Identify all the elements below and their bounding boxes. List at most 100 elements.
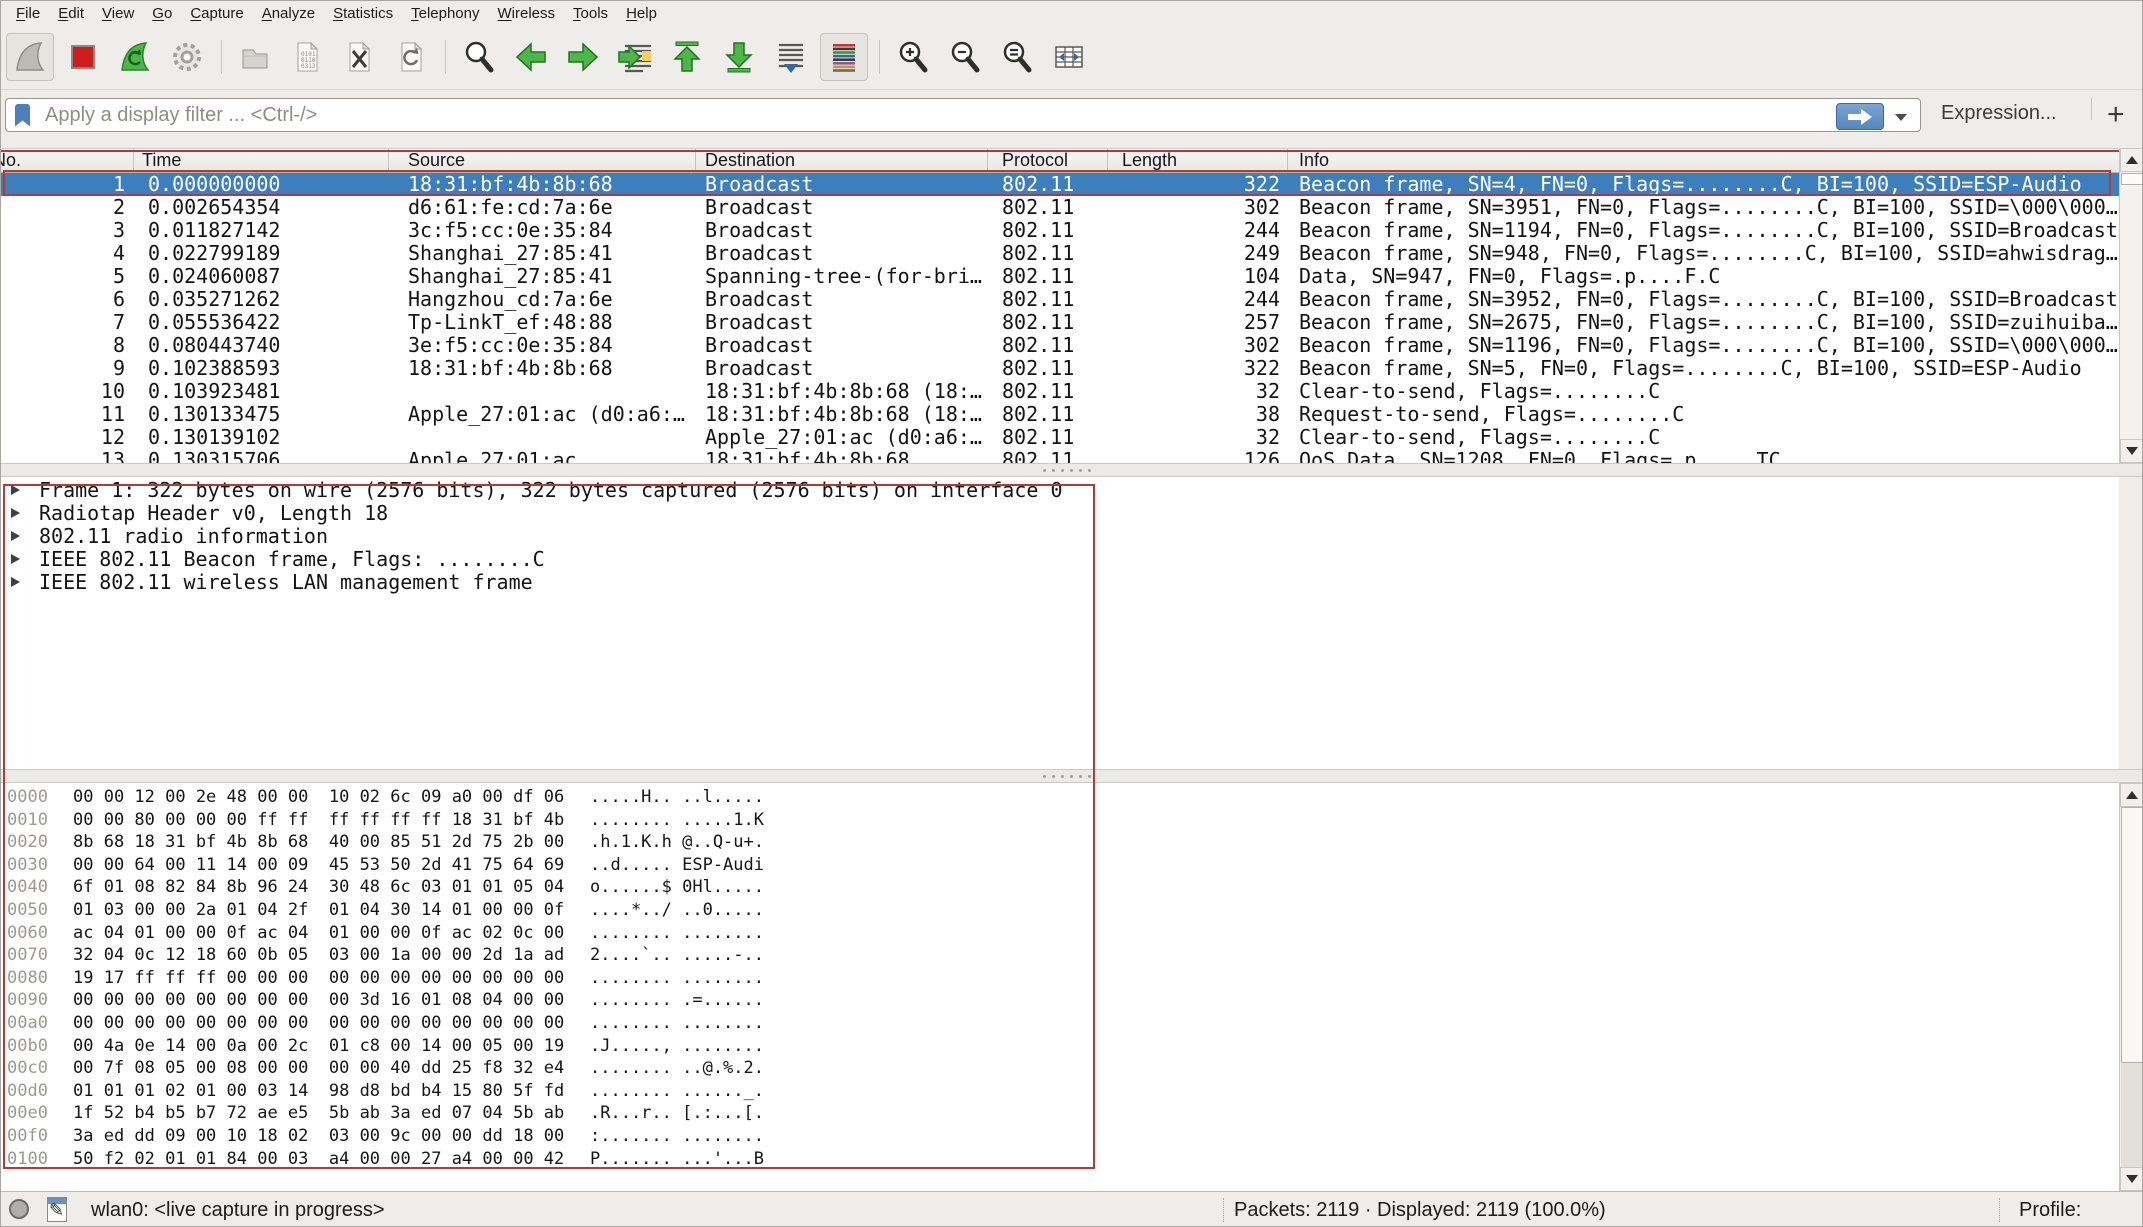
menu-help[interactable]: Help	[617, 3, 666, 24]
column-header-length[interactable]: Length	[1108, 149, 1288, 172]
menu-view[interactable]: View	[93, 3, 143, 24]
capture-options-icon[interactable]	[164, 34, 210, 80]
column-header-no[interactable]: No.	[1, 149, 134, 172]
go-forward-icon[interactable]	[560, 34, 606, 80]
expand-arrow-icon[interactable]	[11, 554, 20, 564]
filter-bookmark-icon[interactable]	[15, 104, 30, 127]
packet-row-3[interactable]: 30.0118271423c:f5:cc:0e:35:84Broadcast80…	[1, 219, 2119, 242]
expand-arrow-icon[interactable]	[11, 531, 20, 541]
restart-capture-icon[interactable]	[112, 34, 158, 80]
hex-row-0000[interactable]: 000000 00 12 00 2e 48 00 00 10 02 6c 09 …	[1, 786, 2119, 809]
zoom-in-icon[interactable]	[890, 34, 936, 80]
packet-row-5[interactable]: 50.024060087Shanghai_27:85:41Spanning-tr…	[1, 265, 2119, 288]
packet-row-9[interactable]: 90.10238859318:31:bf:4b:8b:68Broadcast80…	[1, 357, 2119, 380]
scroll-up-icon[interactable]	[2120, 148, 2143, 172]
capture-comment-icon[interactable]	[47, 1197, 67, 1222]
cell-info: Beacon frame, SN=3952, FN=0, Flags=.....…	[1288, 288, 2119, 311]
hex-row-00d0[interactable]: 00d001 01 01 02 01 00 03 14 98 d8 bd b4 …	[1, 1080, 2119, 1103]
pane-splitter[interactable]	[1, 769, 2143, 783]
hex-row-00c0[interactable]: 00c000 7f 08 05 00 08 00 00 00 00 40 dd …	[1, 1057, 2119, 1080]
stop-capture-icon[interactable]	[60, 34, 106, 80]
packet-row-7[interactable]: 70.055536422Tp-LinkT_ef:48:88Broadcast80…	[1, 311, 2119, 334]
hex-row-0020[interactable]: 00208b 68 18 31 bf 4b 8b 68 40 00 85 51 …	[1, 831, 2119, 854]
zoom-out-icon[interactable]	[942, 34, 988, 80]
cell-no: 9	[1, 357, 134, 380]
expression-button[interactable]: Expression...	[1941, 102, 2057, 125]
packet-row-8[interactable]: 80.0804437403e:f5:cc:0e:35:84Broadcast80…	[1, 334, 2119, 357]
column-header-time[interactable]: Time	[134, 149, 389, 172]
find-packet-icon[interactable]	[456, 34, 502, 80]
packet-row-13[interactable]: 130.130315706Apple_27:01:ac18:31:bf:4b:8…	[1, 449, 2119, 463]
expand-arrow-icon[interactable]	[11, 508, 20, 518]
scroll-down-icon[interactable]	[2120, 439, 2143, 463]
detail-tree-item[interactable]: Frame 1: 322 bytes on wire (2576 bits), …	[1, 479, 2119, 502]
packet-row-1[interactable]: 10.00000000018:31:bf:4b:8b:68Broadcast80…	[1, 173, 2119, 196]
hex-row-0010[interactable]: 001000 00 80 00 00 00 ff ff ff ff ff ff …	[1, 809, 2119, 832]
reload-file-icon[interactable]	[388, 34, 434, 80]
hex-row-0060[interactable]: 0060ac 04 01 00 00 0f ac 04 01 00 00 0f …	[1, 922, 2119, 945]
expert-info-icon[interactable]	[9, 1199, 29, 1219]
packet-row-4[interactable]: 40.022799189Shanghai_27:85:41Broadcast80…	[1, 242, 2119, 265]
packet-row-6[interactable]: 60.035271262Hangzhou_cd:7a:6eBroadcast80…	[1, 288, 2119, 311]
column-header-info[interactable]: Info	[1288, 149, 2119, 172]
column-header-source[interactable]: Source	[389, 149, 696, 172]
hex-row-00a0[interactable]: 00a000 00 00 00 00 00 00 00 00 00 00 00 …	[1, 1012, 2119, 1035]
menu-capture[interactable]: Capture	[181, 3, 252, 24]
hex-pane-scrollbar[interactable]	[2119, 783, 2143, 1191]
detail-tree-item[interactable]: 802.11 radio information	[1, 525, 2119, 548]
scrollbar-thumb[interactable]	[2121, 807, 2143, 1063]
packet-row-10[interactable]: 100.10392348118:31:bf:4b:8b:68 (18:…802.…	[1, 380, 2119, 403]
hex-row-0080[interactable]: 008019 17 ff ff ff 00 00 00 00 00 00 00 …	[1, 967, 2119, 990]
packet-list-scrollbar[interactable]	[2119, 148, 2143, 463]
hex-row-0030[interactable]: 003000 00 64 00 11 14 00 09 45 53 50 2d …	[1, 854, 2119, 877]
hex-row-00b0[interactable]: 00b000 4a 0e 14 00 0a 00 2c 01 c8 00 14 …	[1, 1035, 2119, 1058]
hex-row-0070[interactable]: 007032 04 0c 12 18 60 0b 05 03 00 1a 00 …	[1, 944, 2119, 967]
save-file-icon[interactable]: 0101 0110 0313	[284, 34, 330, 80]
menu-tools[interactable]: Tools	[564, 3, 617, 24]
detail-tree-item[interactable]: IEEE 802.11 wireless LAN management fram…	[1, 571, 2119, 594]
expand-arrow-icon[interactable]	[11, 485, 20, 495]
hex-row-0090[interactable]: 009000 00 00 00 00 00 00 00 00 3d 16 01 …	[1, 989, 2119, 1012]
close-file-icon[interactable]	[336, 34, 382, 80]
apply-filter-button[interactable]	[1836, 103, 1884, 130]
resize-columns-icon[interactable]	[1046, 34, 1092, 80]
go-first-packet-icon[interactable]	[664, 34, 710, 80]
pane-splitter[interactable]	[1, 463, 2143, 477]
hex-row-0050[interactable]: 005001 03 00 00 2a 01 04 2f 01 04 30 14 …	[1, 899, 2119, 922]
detail-tree-item[interactable]: IEEE 802.11 Beacon frame, Flags: .......…	[1, 548, 2119, 571]
filter-dropdown-caret[interactable]	[1895, 114, 1907, 121]
scroll-up-icon[interactable]	[2120, 783, 2143, 807]
scrollbar-thumb[interactable]	[2121, 173, 2143, 185]
colorize-packets-icon[interactable]	[820, 33, 868, 81]
scroll-down-icon[interactable]	[2120, 1167, 2143, 1191]
hex-row-00e0[interactable]: 00e01f 52 b4 b5 b7 72 ae e5 5b ab 3a ed …	[1, 1102, 2119, 1125]
start-capture-icon[interactable]	[6, 33, 54, 81]
scrollbar-track[interactable]	[2121, 1063, 2143, 1167]
auto-scroll-icon[interactable]	[768, 34, 814, 80]
profile-label[interactable]: Profile: Default	[2019, 1192, 2143, 1227]
go-to-packet-icon[interactable]	[612, 34, 658, 80]
menu-analyze[interactable]: Analyze	[253, 3, 324, 24]
menu-statistics[interactable]: Statistics	[324, 3, 402, 24]
zoom-reset-icon[interactable]	[994, 34, 1040, 80]
menu-telephony[interactable]: Telephony	[402, 3, 488, 24]
menu-edit[interactable]: Edit	[49, 3, 93, 24]
hex-row-00f0[interactable]: 00f03a ed dd 09 00 10 18 02 03 00 9c 00 …	[1, 1125, 2119, 1148]
go-last-packet-icon[interactable]	[716, 34, 762, 80]
menu-go[interactable]: Go	[143, 3, 181, 24]
hex-row-0100[interactable]: 010050 f2 02 01 01 84 00 03 a4 00 00 27 …	[1, 1148, 2119, 1171]
expand-arrow-icon[interactable]	[11, 577, 20, 587]
menu-wireless[interactable]: Wireless	[489, 3, 565, 24]
hex-row-0040[interactable]: 00406f 01 08 82 84 8b 96 24 30 48 6c 03 …	[1, 876, 2119, 899]
packet-row-11[interactable]: 110.130133475Apple_27:01:ac (d0:a6:…18:3…	[1, 403, 2119, 426]
add-filter-button[interactable]: +	[2107, 89, 2125, 141]
column-header-destination[interactable]: Destination	[696, 149, 988, 172]
detail-tree-item[interactable]: Radiotap Header v0, Length 18	[1, 502, 2119, 525]
packet-row-12[interactable]: 120.130139102Apple_27:01:ac (d0:a6:…802.…	[1, 426, 2119, 449]
column-header-protocol[interactable]: Protocol	[988, 149, 1108, 172]
open-file-icon[interactable]	[232, 34, 278, 80]
display-filter-input[interactable]: Apply a display filter ... <Ctrl-/>	[5, 98, 1921, 132]
go-back-icon[interactable]	[508, 34, 554, 80]
menu-file[interactable]: File	[7, 3, 49, 24]
packet-row-2[interactable]: 20.002654354d6:61:fe:cd:7a:6eBroadcast80…	[1, 196, 2119, 219]
